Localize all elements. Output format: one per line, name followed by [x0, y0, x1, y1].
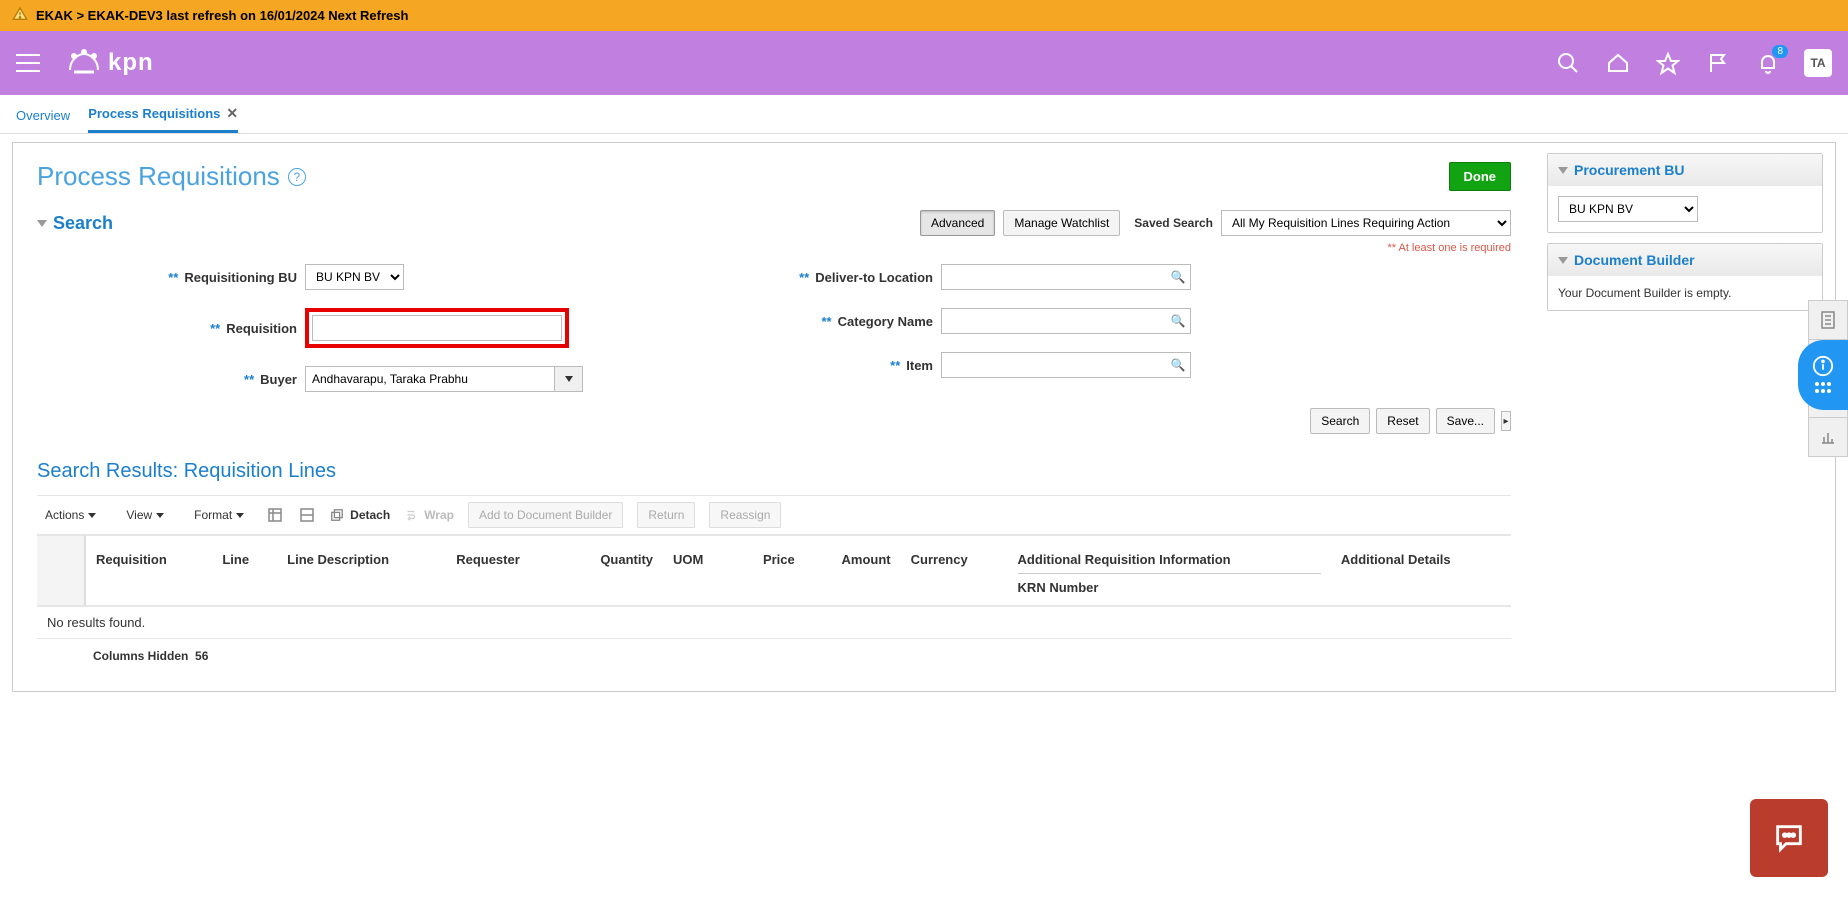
- requisition-label: **Requisition: [77, 321, 297, 336]
- item-input-wrapper: 🔍: [941, 352, 1191, 378]
- results-table: Requisition Line Line Description Reques…: [37, 535, 1511, 639]
- home-icon[interactable]: [1604, 49, 1632, 77]
- deliver-to-input[interactable]: [942, 265, 1166, 289]
- row-selector-header: [37, 536, 85, 607]
- star-icon[interactable]: [1654, 49, 1682, 77]
- saved-search-label: Saved Search: [1134, 216, 1213, 230]
- tab-overview-label: Overview: [16, 108, 70, 123]
- manage-watchlist-button[interactable]: Manage Watchlist: [1003, 210, 1120, 236]
- requisitioning-bu-label: **Requisitioning BU: [77, 270, 297, 285]
- wrap-button[interactable]: Wrap: [404, 508, 454, 522]
- app-header: kpn 8 TA: [0, 31, 1848, 95]
- help-icon[interactable]: ?: [288, 168, 306, 186]
- save-search-button[interactable]: Save...: [1436, 408, 1495, 434]
- hamburger-menu-icon[interactable]: [16, 54, 40, 72]
- deliver-to-search-icon[interactable]: 🔍: [1166, 270, 1190, 284]
- category-input[interactable]: [942, 309, 1166, 333]
- return-button[interactable]: Return: [637, 502, 695, 528]
- tab-overview[interactable]: Overview: [16, 105, 70, 133]
- document-tool-icon[interactable]: [1808, 300, 1848, 340]
- col-currency[interactable]: Currency: [901, 536, 1008, 607]
- deliver-to-input-wrapper: 🔍: [941, 264, 1191, 290]
- page-title: Process Requisitions ?: [37, 161, 306, 192]
- detach-button[interactable]: Detach: [330, 508, 390, 522]
- advanced-button[interactable]: Advanced: [920, 210, 995, 236]
- category-input-wrapper: 🔍: [941, 308, 1191, 334]
- item-search-icon[interactable]: 🔍: [1166, 358, 1190, 372]
- collapse-icon: [37, 220, 47, 227]
- required-hint: ** At least one is required: [37, 242, 1511, 254]
- deliver-to-label: **Deliver-to Location: [713, 270, 933, 285]
- brand-name: kpn: [108, 49, 154, 77]
- no-results-row: No results found.: [37, 606, 1511, 639]
- col-line-description[interactable]: Line Description: [277, 536, 446, 607]
- category-label: **Category Name: [713, 314, 933, 329]
- results-title: Search Results: Requisition Lines: [37, 460, 1511, 483]
- col-additional-details[interactable]: Additional Details: [1331, 536, 1511, 607]
- col-requester[interactable]: Requester: [446, 536, 562, 607]
- buyer-input[interactable]: [305, 366, 555, 392]
- col-line[interactable]: Line: [212, 536, 277, 607]
- chat-fab[interactable]: [1750, 799, 1828, 877]
- notifications-badge: 8: [1772, 45, 1788, 58]
- item-label: **Item: [713, 358, 933, 373]
- category-search-icon[interactable]: 🔍: [1166, 314, 1190, 328]
- done-button[interactable]: Done: [1449, 162, 1512, 191]
- environment-notification-text: EKAK > EKAK-DEV3 last refresh on 16/01/2…: [36, 8, 408, 23]
- add-to-builder-button[interactable]: Add to Document Builder: [468, 502, 623, 528]
- col-requisition[interactable]: Requisition: [85, 536, 212, 607]
- crown-icon: [64, 46, 104, 80]
- procurement-bu-panel: Procurement BU BU KPN BV: [1547, 153, 1823, 233]
- procurement-bu-select[interactable]: BU KPN BV: [1558, 196, 1698, 222]
- collapse-icon: [1558, 167, 1568, 174]
- format-menu[interactable]: Format: [186, 508, 252, 522]
- warning-icon: [12, 6, 28, 25]
- flag-icon[interactable]: [1704, 49, 1732, 77]
- reassign-button[interactable]: Reassign: [709, 502, 781, 528]
- requisitioning-bu-select[interactable]: BU KPN BV: [305, 264, 404, 290]
- col-amount[interactable]: Amount: [805, 536, 901, 607]
- search-icon[interactable]: [1554, 49, 1582, 77]
- col-price[interactable]: Price: [733, 536, 805, 607]
- brand-logo[interactable]: kpn: [64, 46, 154, 80]
- document-builder-empty-text: Your Document Builder is empty.: [1548, 276, 1822, 310]
- search-section-title[interactable]: Search: [37, 213, 113, 234]
- tab-close-icon[interactable]: ✕: [226, 105, 238, 122]
- reset-button[interactable]: Reset: [1376, 408, 1429, 434]
- requisition-highlight: [305, 308, 569, 348]
- item-input[interactable]: [942, 353, 1166, 377]
- columns-icon[interactable]: [298, 506, 316, 524]
- view-menu[interactable]: View: [118, 508, 172, 522]
- col-uom[interactable]: UOM: [663, 536, 733, 607]
- col-quantity[interactable]: Quantity: [562, 536, 663, 607]
- saved-search-select[interactable]: All My Requisition Lines Requiring Actio…: [1221, 210, 1511, 236]
- help-bubble[interactable]: [1798, 340, 1848, 410]
- columns-hidden-indicator: Columns Hidden 56: [37, 639, 1511, 663]
- document-builder-panel: Document Builder Your Document Builder i…: [1547, 243, 1823, 311]
- page-tabs: Overview Process Requisitions ✕: [0, 95, 1848, 134]
- add-fields-handle[interactable]: ▸: [1501, 411, 1511, 431]
- search-button[interactable]: Search: [1310, 408, 1370, 434]
- collapse-icon: [1558, 257, 1568, 264]
- tab-process-requisitions-label: Process Requisitions: [88, 106, 220, 121]
- col-additional-info[interactable]: Additional Requisition Information KRN N…: [1008, 536, 1331, 607]
- procurement-bu-panel-header[interactable]: Procurement BU: [1548, 154, 1822, 186]
- results-toolbar: Actions View Format Detach Wrap Add to D…: [37, 495, 1511, 535]
- document-builder-panel-header[interactable]: Document Builder: [1548, 244, 1822, 276]
- environment-notification-bar: EKAK > EKAK-DEV3 last refresh on 16/01/2…: [0, 0, 1848, 31]
- chart-tool-icon[interactable]: [1808, 417, 1848, 457]
- bell-icon[interactable]: 8: [1754, 49, 1782, 77]
- buyer-label: **Buyer: [77, 372, 297, 387]
- buyer-dropdown-icon[interactable]: [555, 366, 583, 392]
- actions-menu[interactable]: Actions: [37, 508, 104, 522]
- user-avatar[interactable]: TA: [1804, 49, 1832, 77]
- tab-process-requisitions[interactable]: Process Requisitions ✕: [88, 105, 238, 133]
- requisition-input[interactable]: [312, 315, 562, 341]
- freeze-icon[interactable]: [266, 506, 284, 524]
